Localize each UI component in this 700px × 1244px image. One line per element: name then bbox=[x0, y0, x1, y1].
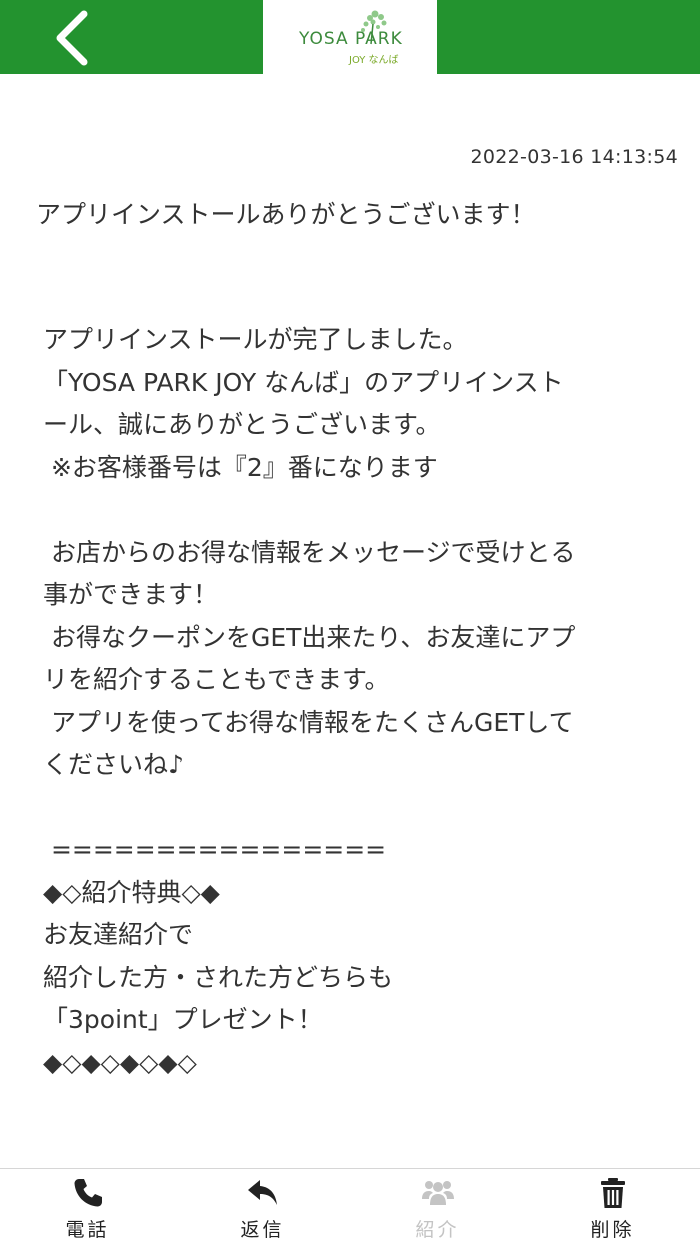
reply-icon bbox=[245, 1175, 281, 1211]
message-line: 紹介した方・された方どちらも bbox=[43, 962, 394, 992]
message-line: くださいね♪ bbox=[43, 750, 184, 779]
referral-label: 紹介 bbox=[415, 1219, 460, 1241]
phone-button[interactable]: 電話 bbox=[0, 1169, 175, 1244]
message-line: ◆◇◆◇◆◇◆◇ bbox=[43, 1047, 197, 1077]
delete-button[interactable]: 削除 bbox=[525, 1169, 700, 1244]
message-line bbox=[43, 489, 663, 532]
back-button[interactable] bbox=[40, 4, 110, 70]
bottom-toolbar: 電話 返信 紹介 削除 bbox=[0, 1168, 700, 1244]
message-line: アプリを使ってお得な情報をたくさんGETして bbox=[43, 707, 574, 737]
message-line bbox=[43, 787, 663, 830]
logo-sub-text: JOY なんば bbox=[348, 54, 399, 66]
message-line: ール、誠にありがとうございます。 bbox=[43, 410, 441, 439]
group-icon bbox=[420, 1175, 456, 1211]
phone-icon bbox=[70, 1175, 106, 1211]
message-line: 「YOSA PARK JOY なんば」のアプリインスト bbox=[43, 367, 564, 397]
message-timestamp: 2022-03-16 14:13:54 bbox=[470, 146, 678, 168]
chevron-left-icon bbox=[56, 10, 88, 66]
message-line: お友達紹介で bbox=[43, 920, 194, 949]
trash-icon bbox=[595, 1175, 631, 1211]
message-line: ※お客様番号は『2』番になります bbox=[43, 452, 438, 482]
message-title: アプリインストールありがとうございます！ bbox=[36, 200, 536, 229]
message-line: お店からのお得な情報をメッセージで受けとる bbox=[43, 537, 576, 567]
reply-button[interactable]: 返信 bbox=[175, 1169, 350, 1244]
message-line: ================ bbox=[43, 835, 387, 864]
message-line: お得なクーポンをGET出来たり、お友達にアプ bbox=[43, 622, 576, 652]
delete-label: 削除 bbox=[590, 1219, 635, 1241]
message-line: 「3point」プレゼント！ bbox=[43, 1005, 323, 1034]
phone-label: 電話 bbox=[65, 1219, 110, 1241]
message-line: アプリインストールが完了しました。 bbox=[43, 325, 468, 354]
message-line: リを紹介することもできます。 bbox=[43, 665, 390, 694]
header-bar: YOSA PARK JOY なんば bbox=[0, 0, 700, 74]
message-line: 事ができます！ bbox=[43, 580, 219, 609]
logo: YOSA PARK JOY なんば bbox=[263, 0, 437, 74]
logo-main-text: YOSA PARK bbox=[298, 29, 403, 49]
message-body: アプリインストールが完了しました。 「YOSA PARK JOY なんば」のアプ… bbox=[43, 319, 663, 1084]
reply-label: 返信 bbox=[240, 1219, 285, 1241]
referral-button[interactable]: 紹介 bbox=[350, 1169, 525, 1244]
message-line: ◆◇紹介特典◇◆ bbox=[43, 877, 220, 907]
